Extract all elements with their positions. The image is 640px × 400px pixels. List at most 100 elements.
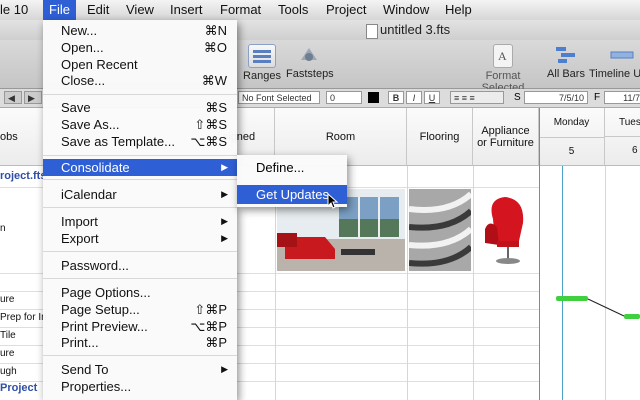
menu-item-new[interactable]: New... ⌘N	[43, 22, 237, 39]
all-bars-label: All Bars	[547, 68, 585, 80]
menu-tools[interactable]: Tools	[278, 2, 308, 17]
menu-item-print[interactable]: Print... ⌘P	[43, 334, 237, 351]
task-row-label[interactable]: ure	[0, 294, 14, 305]
italic-button[interactable]: I	[406, 91, 422, 104]
menu-item-label: Consolidate	[61, 160, 130, 175]
submenu-item-label: Get Updates	[256, 187, 329, 202]
menu-file[interactable]: File	[43, 0, 76, 20]
menu-item-export[interactable]: Export ▶	[43, 230, 237, 247]
task-bar[interactable]	[624, 314, 640, 319]
format-selected-button[interactable]: A Format Selected	[464, 44, 542, 94]
menu-item-label: Print...	[61, 335, 99, 350]
ranges-icon	[248, 44, 276, 68]
appliance-photo[interactable]	[475, 189, 537, 271]
menu-item-label: Page Setup...	[61, 302, 140, 317]
menu-item-shortcut: ⌘S	[205, 100, 227, 115]
menu-item-save-as-template[interactable]: Save as Template... ⌥⌘S	[43, 133, 237, 150]
menu-project[interactable]: Project	[326, 2, 366, 17]
flooring-photo[interactable]	[409, 189, 471, 271]
menu-item-label: Save As...	[61, 117, 120, 132]
menu-view[interactable]: View	[126, 2, 154, 17]
menu-item-page-options[interactable]: Page Options...	[43, 284, 237, 301]
column-header-tuesday[interactable]: Tuesd 6	[605, 108, 640, 166]
menu-item-save[interactable]: Save ⌘S	[43, 99, 237, 116]
menu-item-open[interactable]: Open... ⌘O	[43, 39, 237, 56]
monday-date: 5	[568, 145, 575, 157]
all-bars-button[interactable]: All Bars	[546, 44, 586, 80]
color-swatch[interactable]	[368, 92, 379, 103]
menu-item-label: Send To	[61, 362, 109, 377]
column-header-appliance[interactable]: Appliance or Furniture	[473, 108, 539, 166]
task-row-label[interactable]: Tile	[0, 330, 16, 341]
menu-item-shortcut: ⌘P	[205, 335, 227, 350]
ranges-label: Ranges	[243, 70, 281, 82]
menu-insert[interactable]: Insert	[170, 2, 203, 17]
menu-edit[interactable]: Edit	[87, 2, 109, 17]
task-row-label[interactable]: Prep for In	[0, 312, 47, 323]
document-icon	[366, 24, 378, 39]
menu-item-password[interactable]: Password...	[43, 257, 237, 274]
app-menu[interactable]: le 10	[0, 2, 28, 17]
menu-help[interactable]: Help	[445, 2, 472, 17]
submenu-arrow-icon: ▶	[221, 189, 228, 199]
menu-item-save-as[interactable]: Save As... ⇧⌘S	[43, 116, 237, 133]
menu-window[interactable]: Window	[383, 2, 429, 17]
task-row-label[interactable]: ugh	[0, 366, 17, 377]
underline-button[interactable]: U	[424, 91, 440, 104]
svg-text:A: A	[498, 49, 507, 63]
font-size-select[interactable]: 0	[326, 91, 362, 104]
menu-item-label: iCalendar	[61, 187, 117, 202]
column-header-flooring[interactable]: Flooring	[407, 108, 473, 166]
menu-separator	[43, 155, 237, 156]
faststeps-label: Faststeps	[286, 68, 334, 80]
menu-item-print-preview[interactable]: Print Preview... ⌥⌘P	[43, 318, 237, 335]
finish-date-field[interactable]: 11/7	[604, 91, 640, 104]
menu-separator	[43, 355, 237, 356]
menu-item-shortcut: ⌥⌘S	[190, 134, 227, 149]
menu-item-label: New...	[61, 23, 98, 38]
menu-format[interactable]: Format	[220, 2, 261, 17]
menu-item-label: Print Preview...	[61, 319, 148, 334]
task-bar[interactable]	[556, 296, 588, 301]
menu-item-shortcut: ⇧⌘P	[194, 302, 227, 317]
submenu-arrow-icon: ▶	[221, 162, 228, 172]
menu-item-close[interactable]: Close... ⌘W	[43, 72, 237, 89]
align-buttons[interactable]: ≡ ≡ ≡	[450, 91, 504, 104]
faststeps-icon	[296, 44, 322, 66]
tuesday-label: Tuesd	[605, 108, 640, 137]
faststeps-button[interactable]: Faststeps	[286, 44, 334, 80]
menu-item-open-recent[interactable]: Open Recent	[43, 56, 237, 73]
project-row-label[interactable]: Project	[0, 382, 37, 394]
timeline-button[interactable]: Timeline U	[589, 44, 640, 80]
gantt-bars	[556, 296, 640, 319]
nav-forward-button[interactable]: ▶	[24, 91, 42, 104]
start-date-field[interactable]: 7/5/10	[524, 91, 588, 104]
bold-button[interactable]: B	[388, 91, 404, 104]
task-row-label[interactable]: n	[0, 223, 6, 234]
file-menu: New... ⌘N Open... ⌘O Open Recent Close... ⌘…	[43, 20, 237, 400]
project-row-label[interactable]: roject.fts	[0, 170, 46, 182]
ranges-button[interactable]: Ranges	[242, 44, 282, 82]
menu-item-shortcut: ⇧⌘S	[194, 117, 227, 132]
submenu-arrow-icon: ▶	[221, 364, 228, 374]
tuesday-date: 6	[632, 145, 638, 156]
menu-separator	[43, 94, 237, 95]
font-select[interactable]: No Font Selected	[238, 91, 320, 104]
column-header-monday[interactable]: Monday 5	[539, 108, 605, 166]
menu-separator	[43, 207, 237, 208]
menu-item-shortcut: ⌘W	[201, 73, 227, 88]
all-bars-icon	[553, 44, 579, 66]
menu-item-consolidate[interactable]: Consolidate ▶	[43, 159, 237, 176]
submenu-item-define[interactable]: Define...	[237, 158, 347, 177]
menu-item-import[interactable]: Import ▶	[43, 213, 237, 230]
menu-item-label: Save	[61, 100, 91, 115]
menu-item-shortcut: ⌥⌘P	[190, 319, 227, 334]
menu-item-label: Open...	[61, 40, 104, 55]
menu-item-page-setup[interactable]: Page Setup... ⇧⌘P	[43, 301, 237, 318]
nav-back-button[interactable]: ◀	[4, 91, 22, 104]
task-row-label[interactable]: ure	[0, 348, 14, 359]
menu-item-send-to[interactable]: Send To ▶	[43, 361, 237, 378]
start-label: S	[514, 92, 521, 103]
menu-item-icalendar[interactable]: iCalendar ▶	[43, 186, 237, 203]
menu-item-properties[interactable]: Properties...	[43, 378, 237, 395]
